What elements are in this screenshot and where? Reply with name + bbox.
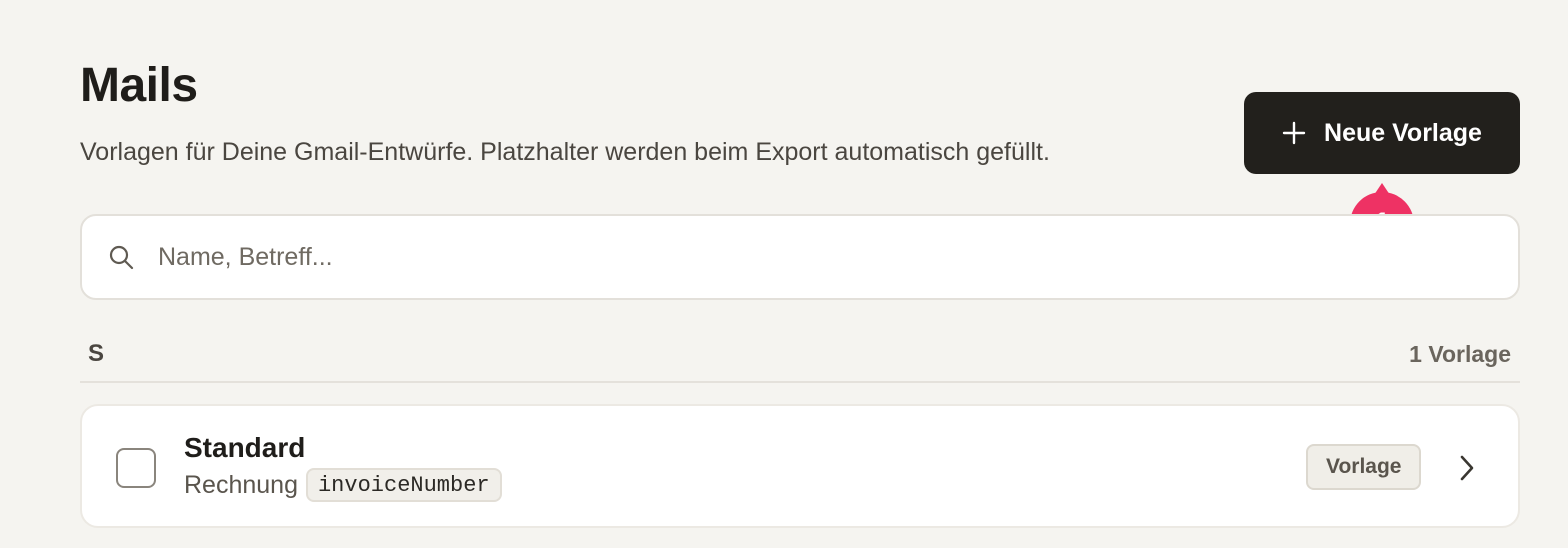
search-input[interactable] xyxy=(158,242,1458,272)
search-icon xyxy=(108,244,134,270)
template-subject: Rechnung invoiceNumber xyxy=(184,468,502,502)
new-template-label: Neue Vorlage xyxy=(1324,118,1482,147)
subject-label: Rechnung xyxy=(184,470,298,499)
new-template-button[interactable]: Neue Vorlage xyxy=(1244,92,1520,174)
chevron-right-icon[interactable] xyxy=(1454,454,1478,482)
page-title: Mails xyxy=(80,59,198,112)
search-bar xyxy=(80,214,1520,300)
placeholder-chip: invoiceNumber xyxy=(305,468,502,502)
template-row[interactable]: Standard Rechnung invoiceNumber Vorlage xyxy=(80,404,1520,528)
group-count: 1 Vorlage xyxy=(1409,341,1511,367)
mails-page: Mails Vorlagen für Deine Gmail-Entwürfe.… xyxy=(0,0,1568,548)
page-subtitle: Vorlagen für Deine Gmail-Entwürfe. Platz… xyxy=(80,138,1050,166)
row-checkbox[interactable] xyxy=(116,448,156,488)
group-divider xyxy=(80,381,1520,383)
template-name: Standard xyxy=(184,432,306,463)
plus-icon xyxy=(1282,121,1306,145)
type-badge: Vorlage xyxy=(1306,444,1422,490)
group-letter: S xyxy=(88,340,105,367)
